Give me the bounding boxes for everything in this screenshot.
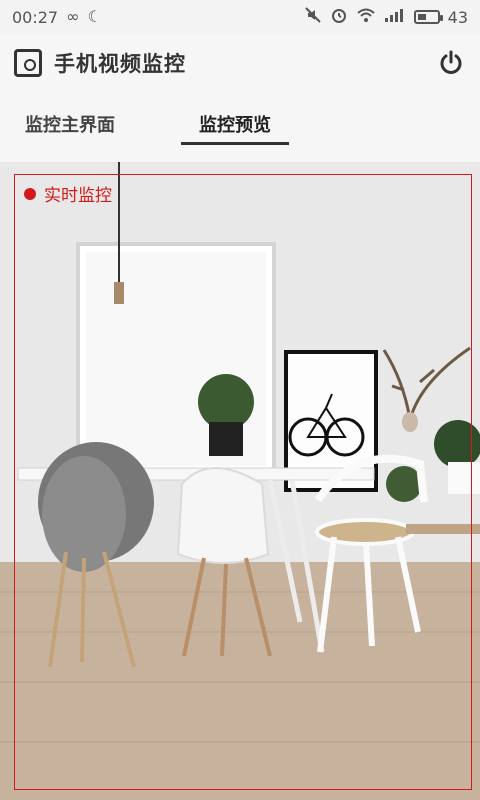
moon-icon: ☾ [87,7,102,26]
recording-dot-icon [24,187,36,200]
app-title-wrap: 手机视频监控 [14,48,186,78]
status-bar: 00:27 ∞ ☾ 43 [0,0,480,34]
detection-frame [14,174,472,790]
status-time: 00:27 [12,7,59,27]
live-monitor-label: 实时监控 [44,186,112,206]
status-right: 43 [304,6,468,28]
mute-icon [304,6,322,28]
battery-level-fill [417,14,426,20]
tab-bar: 监控主界面 监控预览 [0,92,480,156]
status-left: 00:27 ∞ ☾ [12,8,102,27]
wifi-icon [356,7,376,27]
tab-monitor-preview[interactable]: 监控预览 [180,92,290,156]
power-icon [440,50,462,74]
active-tab-indicator [181,142,289,145]
camera-icon [14,49,42,77]
power-button[interactable] [436,48,466,78]
tab-monitor-main[interactable]: 监控主界面 [10,92,130,156]
page-title: 手机视频监控 [54,52,186,76]
signal-icon [384,7,406,27]
battery-icon [413,10,443,24]
battery-level-text: 43 [447,7,468,27]
infinity-icon: ∞ [66,7,80,26]
app-bar: 手机视频监控 [0,34,480,92]
alarm-icon [330,6,348,28]
live-monitor-badge: 实时监控 [24,181,112,206]
